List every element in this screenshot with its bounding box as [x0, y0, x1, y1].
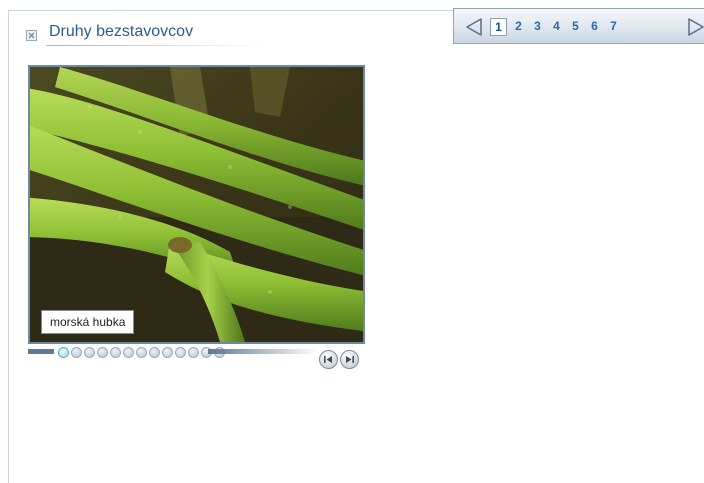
sea-sponge-photo: [30, 67, 363, 342]
triangle-left-icon[interactable]: [464, 17, 484, 37]
content-frame-top-border: [8, 10, 454, 11]
slide-dot[interactable]: [71, 347, 82, 358]
slide-dot[interactable]: [162, 347, 173, 358]
page-link-2[interactable]: 2: [509, 18, 528, 36]
title-underline: [46, 45, 266, 46]
slide-dot[interactable]: [110, 347, 121, 358]
slide-dots: [58, 347, 227, 358]
slide-caption: morská hubka: [41, 310, 135, 334]
slide-dot[interactable]: [58, 347, 69, 358]
triangle-right-icon[interactable]: [686, 17, 704, 37]
content-frame-left-border: [8, 10, 9, 483]
slide-nav-buttons: [319, 350, 363, 370]
slide-indicator-strip: [28, 347, 338, 361]
slide-image: [28, 65, 365, 344]
page-link-7[interactable]: 7: [604, 18, 623, 36]
page-title: Druhy bezstavovcov: [49, 23, 194, 40]
strip-bar-left: [28, 349, 54, 354]
pagination-bar: 1234567: [453, 8, 704, 44]
page-link-1[interactable]: 1: [490, 18, 507, 36]
slide-dot[interactable]: [188, 347, 199, 358]
page-link-4[interactable]: 4: [547, 18, 566, 36]
page-link-6[interactable]: 6: [585, 18, 604, 36]
forward-icon[interactable]: [340, 350, 359, 369]
slide-dot[interactable]: [149, 347, 160, 358]
page-number-list: 1234567: [490, 18, 623, 36]
slide-dot[interactable]: [123, 347, 134, 358]
x-icon[interactable]: [26, 30, 37, 41]
slide-dot[interactable]: [97, 347, 108, 358]
page-link-5[interactable]: 5: [566, 18, 585, 36]
rewind-icon[interactable]: [319, 350, 338, 369]
section-header: Druhy bezstavovcov: [26, 22, 266, 48]
slide-dot[interactable]: [175, 347, 186, 358]
strip-bar-right: [208, 349, 318, 354]
slide-dot[interactable]: [136, 347, 147, 358]
page-link-3[interactable]: 3: [528, 18, 547, 36]
slide-dot[interactable]: [84, 347, 95, 358]
